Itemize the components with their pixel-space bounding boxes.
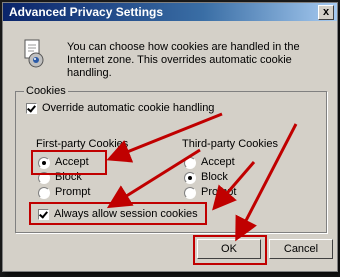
radio-dot[interactable] [184, 171, 196, 184]
cancel-button[interactable]: Cancel [269, 239, 333, 259]
privacy-info-icon [23, 39, 45, 69]
first-party-prompt-radio[interactable]: Prompt [38, 186, 90, 199]
accept-highlight-box [31, 150, 107, 175]
window-title: Advanced Privacy Settings [9, 5, 164, 19]
advanced-privacy-settings-dialog: Advanced Privacy Settings x You can choo… [2, 2, 338, 272]
radio-label: Prompt [55, 186, 91, 198]
override-automatic-checkbox[interactable]: Override automatic cookie handling [26, 102, 214, 115]
third-party-title: Third-party Cookies [182, 138, 278, 150]
cookies-group-legend: Cookies [24, 85, 68, 98]
title-bar: Advanced Privacy Settings x [3, 3, 337, 21]
radio-dot[interactable] [38, 186, 50, 199]
close-button[interactable]: x [318, 5, 334, 20]
override-label: Override automatic cookie handling [42, 102, 215, 114]
third-party-block-radio[interactable]: Block [184, 171, 228, 184]
radio-label: Prompt [201, 186, 237, 198]
session-highlight-box [29, 202, 207, 225]
radio-dot[interactable] [184, 186, 196, 199]
third-party-prompt-radio[interactable]: Prompt [184, 186, 236, 199]
third-party-accept-radio[interactable]: Accept [184, 156, 235, 169]
radio-label: Accept [201, 156, 235, 168]
ok-highlight-box [193, 235, 267, 265]
intro-text: You can choose how cookies are handled i… [67, 41, 300, 79]
radio-dot[interactable] [184, 156, 196, 169]
override-checkbox-box[interactable] [26, 103, 37, 114]
radio-label: Block [201, 171, 228, 183]
